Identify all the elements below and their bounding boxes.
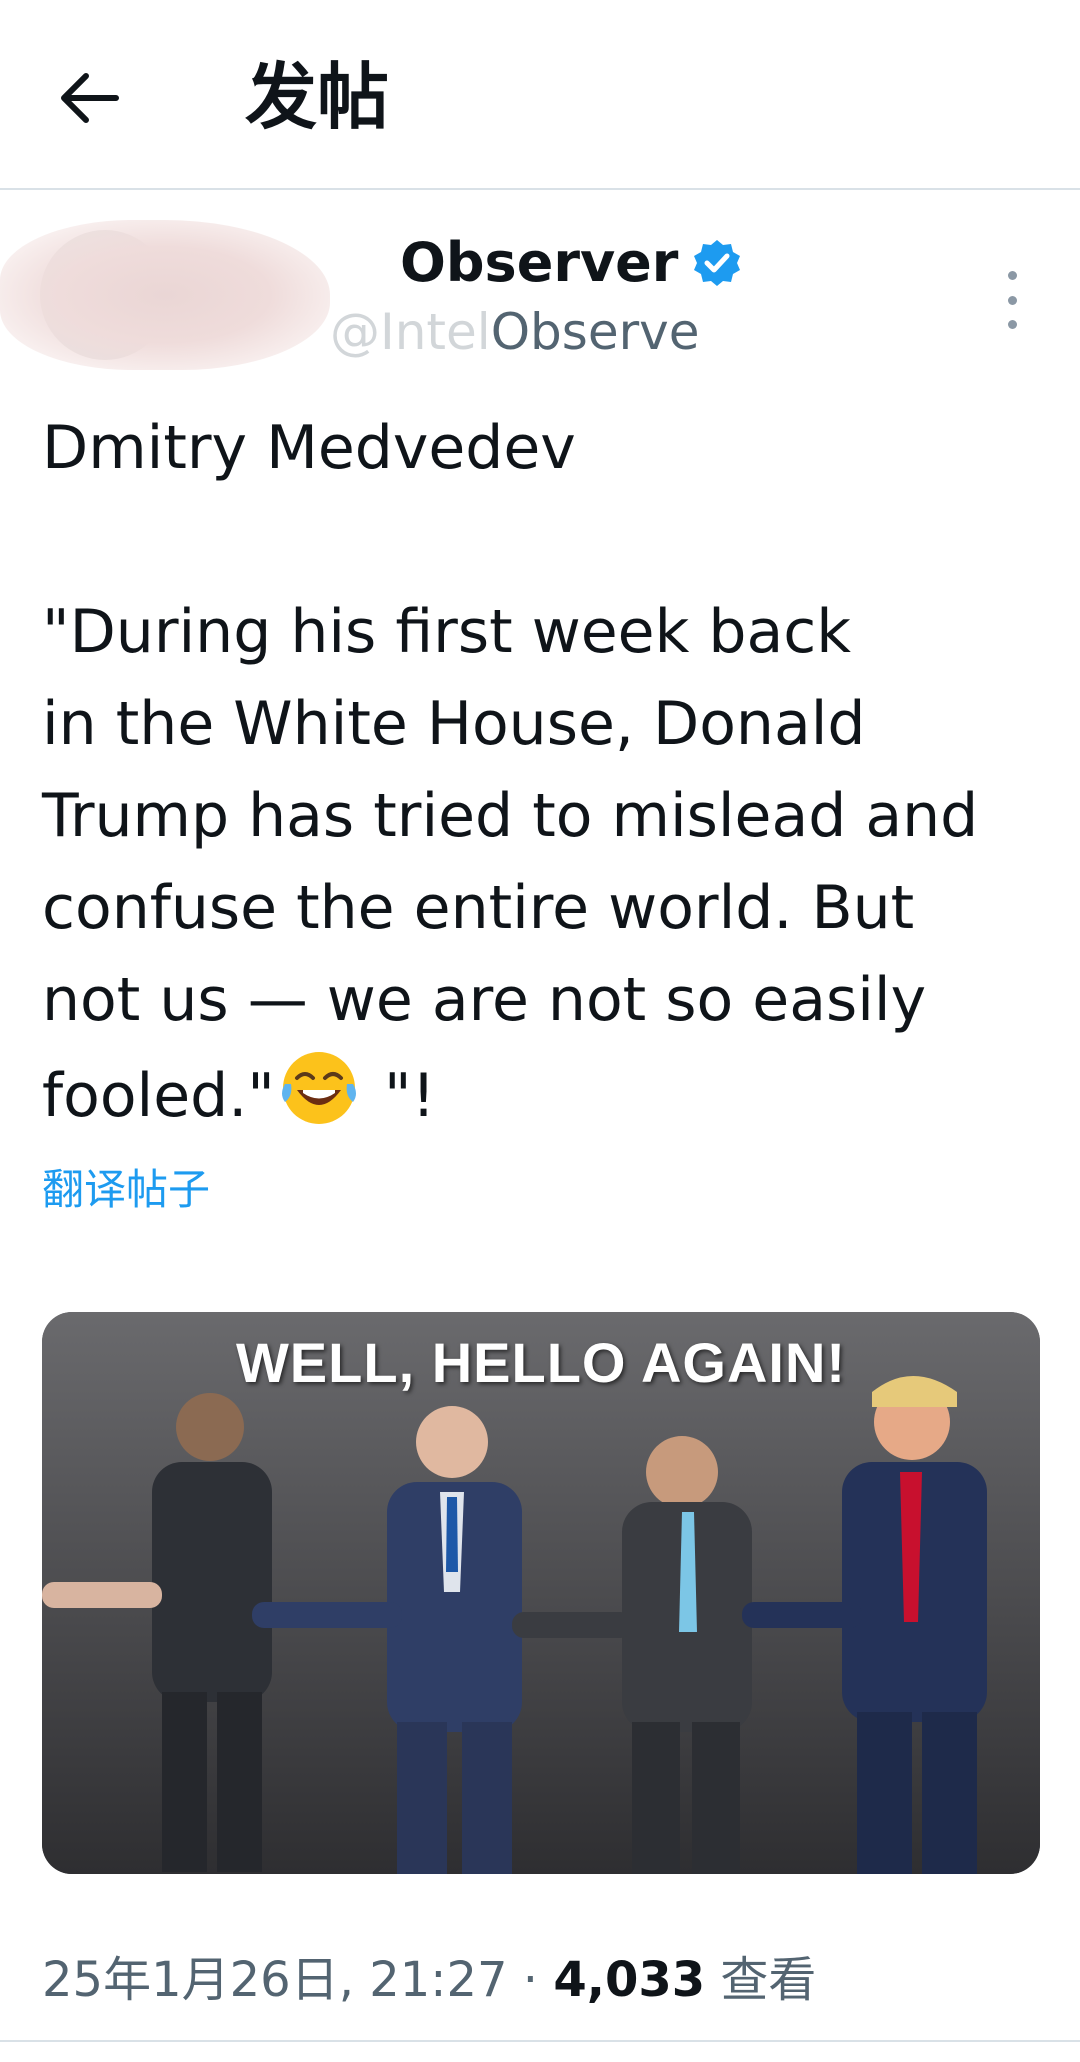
post-timestamp[interactable]: 25年1月26日, 21:27	[42, 1952, 508, 2008]
privacy-blur	[0, 220, 330, 370]
post-line-empty: ​	[42, 494, 1052, 586]
author-handle: @IntelObserve	[330, 303, 700, 361]
author-display-name-text: Observer	[400, 231, 679, 294]
top-bar: 发帖	[0, 0, 1080, 190]
post-text: Dmitry Medvedev ​ "During his first week b…	[42, 402, 1052, 1142]
more-vertical-icon	[1007, 271, 1017, 280]
arrow-left-icon	[61, 73, 119, 123]
back-button[interactable]	[50, 58, 130, 138]
image-caption: WELL, HELLO AGAIN!	[235, 1331, 847, 1394]
page-title: 发帖	[245, 55, 390, 139]
verified-badge-icon	[694, 240, 741, 286]
divider	[0, 2040, 1080, 2042]
post-line: Trump has tried to mislead and	[42, 781, 979, 851]
translate-post-link[interactable]: 翻译帖子	[42, 1160, 210, 1220]
post-meta: 25年1月26日, 21:27 · 4,033 查看	[42, 1945, 816, 2015]
tears-of-joy-emoji-icon	[281, 1052, 356, 1124]
post-line: in the White House, Donald	[42, 689, 866, 759]
post-line: fooled." "!	[42, 1046, 1052, 1142]
post-line: not us — we are not so easily	[42, 965, 927, 1035]
author-display-name[interactable]: Observer	[400, 230, 742, 296]
post-image[interactable]: WELL, HELLO AGAIN!	[42, 1312, 1040, 1874]
more-options-button[interactable]	[990, 265, 1034, 335]
post-line: Dmitry Medvedev	[42, 413, 576, 483]
post-author: Observer @IntelObserve	[0, 210, 1080, 380]
view-count[interactable]: 4,033	[553, 1952, 705, 2008]
post-line: confuse the entire world. But	[42, 873, 915, 943]
meta-separator: ·	[507, 1952, 554, 2008]
meme-photo-illustration	[42, 1312, 1040, 1874]
post-line: "During his first week back	[42, 597, 852, 667]
view-label: 查看	[705, 1952, 817, 2008]
